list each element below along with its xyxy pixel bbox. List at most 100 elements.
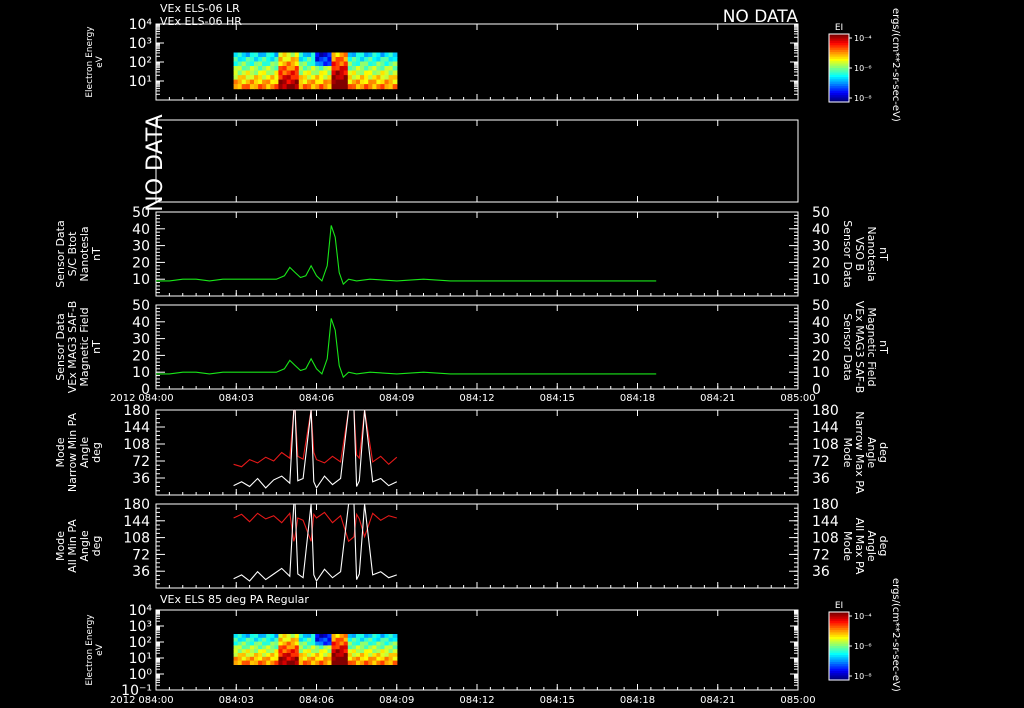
spectrogram-lr-hr-cell (298, 66, 304, 72)
spectrogram-85deg-cell (372, 653, 377, 658)
spectrogram-85deg-cell (249, 656, 255, 662)
y-axis-label-right: nT (877, 247, 890, 261)
spectrogram-85deg-cell (392, 634, 398, 639)
spectrogram-85deg-cell (335, 649, 341, 654)
spectrogram-lr-hr-cell (343, 75, 349, 81)
spectrogram-85deg-cell (384, 649, 390, 654)
spectrogram-lr-hr-cell (241, 84, 247, 90)
spectrogram-lr-hr-cell (339, 75, 345, 81)
mid-time-tick-label: 084:03 (219, 393, 254, 404)
spectrogram-85deg-cell (286, 653, 292, 658)
spectrogram-85deg-cell (343, 656, 349, 662)
spectrogram-lr-hr-cell (372, 70, 377, 76)
spectrogram-lr-hr-cell (392, 70, 398, 76)
spectrogram-lr-hr-cell (380, 61, 386, 67)
spectrogram-lr-hr-cell (241, 75, 247, 81)
spectrogram-lr-hr-cell (364, 66, 369, 72)
spectrogram-lr-hr-cell (282, 70, 288, 76)
spectrogram-lr-hr-cell (327, 61, 333, 67)
spectrogram-lr-hr-cell (376, 61, 382, 67)
y-tick-label-left: 108 (123, 437, 150, 453)
spectrogram-lr-hr-cell (311, 52, 316, 58)
spectrogram-85deg-cell (343, 634, 349, 639)
spectrogram-85deg-cell (298, 649, 304, 654)
spectrogram-85deg-cell (323, 645, 328, 650)
spectrogram-lr-hr-cell (356, 66, 361, 72)
spectrogram-85deg-cell (298, 660, 304, 665)
spectrogram-lr-hr-cell (311, 84, 316, 90)
spectrogram-lr-hr-cell (339, 66, 345, 72)
spectrogram-85deg-cell (270, 641, 275, 646)
spectrogram-85deg-cell (335, 641, 341, 646)
spectrogram-85deg-cell (245, 653, 251, 658)
spectrogram-85deg-cell (290, 637, 296, 643)
spectrogram-lr-hr-cell (368, 70, 373, 76)
spectrogram-lr-hr-cell (282, 52, 288, 58)
spectrogram-lr-hr-cell (270, 52, 275, 58)
spectrogram-lr-hr-cell (233, 52, 239, 58)
spectrogram-85deg-cell (249, 641, 255, 646)
spectrogram-lr-hr-cell (282, 66, 288, 72)
spectrogram-lr-hr-cell (237, 57, 243, 63)
y-axis-label-left: nT (90, 340, 103, 354)
spectrogram-lr-hr-cell (356, 75, 361, 81)
spectrogram-lr-hr-cell (364, 52, 369, 58)
mid-time-tick-label: 084:09 (379, 393, 414, 404)
spectrogram-85deg-cell (315, 645, 320, 650)
spectrogram-85deg-cell (286, 656, 292, 662)
spectrogram-lr-hr-cell (384, 84, 390, 90)
spectrogram-85deg-cell (331, 653, 337, 658)
spectrogram-85deg-cell (368, 656, 373, 662)
spectrogram-lr-hr-cell (335, 57, 341, 63)
spectrogram-85deg-cell (380, 645, 386, 650)
spectrogram-85deg-cell (311, 660, 316, 665)
spectrogram-lr-hr-cell (335, 52, 341, 58)
spectrogram-85deg-cell (327, 656, 333, 662)
spectrogram-lr-hr-cell (351, 57, 357, 63)
spectrogram-85deg-cell (294, 653, 300, 658)
spectrogram-85deg-cell (282, 637, 288, 643)
spectrogram-lr-hr-cell (282, 79, 288, 85)
bottom-time-tick-label: 084:12 (459, 695, 494, 706)
spectrogram-lr-hr-cell (360, 84, 365, 90)
mid-time-tick-label: 084:15 (540, 393, 575, 404)
spectrogram-lr-hr-cell (286, 84, 292, 90)
spectrogram-85deg-cell (254, 637, 259, 643)
spectrogram-lr-hr-cell (315, 57, 320, 63)
y-tick-label-left: 72 (132, 454, 150, 470)
spectrogram-lr-hr-cell (307, 61, 312, 67)
spectrogram-lr-hr-cell (266, 52, 271, 58)
colorbar-bottom-tick-label: 10⁻⁶ (854, 642, 872, 651)
spectrogram-lr-hr-cell (323, 66, 328, 72)
spectrogram-85deg-cell (282, 641, 288, 646)
spectrogram-lr-hr-cell (360, 66, 365, 72)
spectrogram-85deg-cell (270, 649, 275, 654)
y-tick-label-right: 50 (812, 298, 830, 314)
spectrogram-lr-hr-cell (254, 66, 259, 72)
y-tick-label-right: 72 (812, 547, 830, 563)
spectrogram-85deg-cell (245, 656, 251, 662)
spectrogram-85deg-cell (311, 645, 316, 650)
spectrogram-85deg-cell (360, 660, 365, 665)
spectrogram-lr-hr-ytick-label: 10¹ (129, 74, 152, 90)
spectrogram-lr-hr-cell (258, 84, 263, 90)
spectrogram-85deg-cell (335, 645, 341, 650)
spectrogram-lr-hr-cell (351, 84, 357, 90)
spectrogram-lr-hr-cell (278, 61, 284, 67)
spectrogram-lr-hr-cell (331, 57, 337, 63)
spectrogram-lr-hr-cell (351, 52, 357, 58)
spectrogram-lr-hr-cell (384, 75, 390, 81)
spectrogram-85deg-cell (266, 641, 271, 646)
spectrogram-85deg-cell (315, 653, 320, 658)
y-tick-label-left: 180 (123, 497, 150, 513)
spectrogram-85deg-cell (282, 656, 288, 662)
spectrogram-lr-hr-cell (343, 79, 349, 85)
spectrogram-lr-hr-cell (278, 84, 284, 90)
spectrogram-85deg-cell (298, 656, 304, 662)
y-axis-label-right: Mode (841, 438, 854, 468)
spectrogram-85deg-cell (290, 634, 296, 639)
spectrogram-lr-hr-cell (376, 52, 382, 58)
spectrogram-85deg-cell (258, 653, 263, 658)
spectrogram-lr-hr-cell (270, 75, 275, 81)
spectrogram-lr-hr-cell (315, 70, 320, 76)
